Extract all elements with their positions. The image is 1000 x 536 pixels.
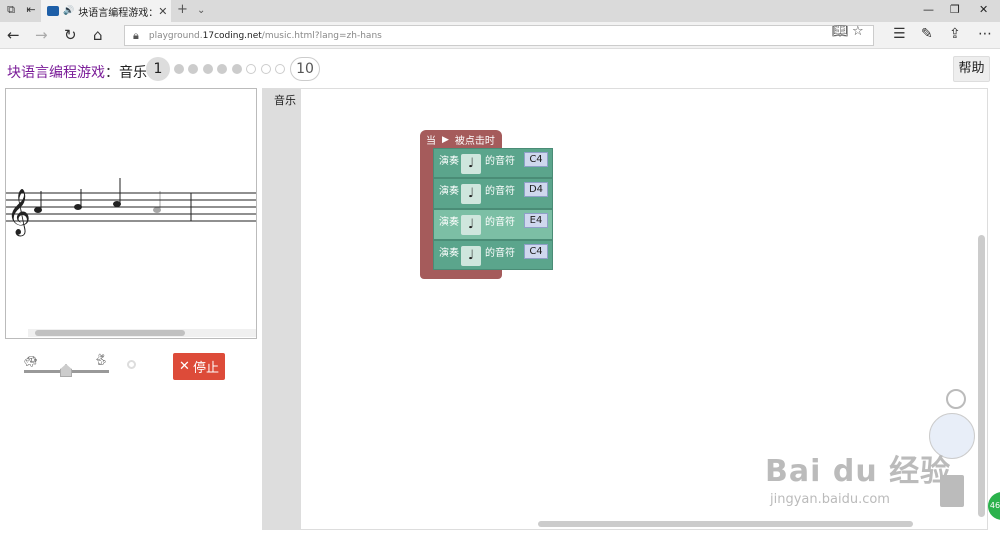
speaker-icon[interactable]: 🔊 bbox=[63, 6, 74, 16]
url-domain: 17coding.net bbox=[202, 30, 262, 41]
close-window-icon[interactable]: ✕ bbox=[979, 3, 988, 16]
workspace-vertical-scrollbar[interactable] bbox=[978, 235, 985, 517]
note-label: 的音符 bbox=[485, 217, 515, 228]
back-icon[interactable]: ← bbox=[7, 27, 20, 43]
reading-view-icon[interactable]: 📖︎ bbox=[832, 24, 849, 39]
play-note-block[interactable]: 演奏 ♩ 的音符 C4 bbox=[433, 240, 553, 270]
treble-clef-icon: 𝄞 bbox=[7, 189, 31, 237]
home-icon[interactable]: ⌂ bbox=[93, 27, 103, 43]
hat-clicked-text: 被点击时 bbox=[454, 136, 495, 147]
play-label: 演奏 bbox=[439, 217, 459, 228]
web-note-icon[interactable]: ✎ bbox=[921, 26, 933, 42]
quarter-note-icon[interactable]: ♩ bbox=[461, 246, 481, 266]
note-value-field[interactable]: E4 bbox=[524, 213, 548, 228]
watermark-url: jingyan.baidu.com bbox=[770, 492, 890, 507]
level-dot[interactable] bbox=[232, 64, 242, 74]
level-10-button[interactable]: 10 bbox=[290, 57, 320, 81]
title-colon: ： bbox=[105, 65, 119, 81]
side-badge[interactable]: 46 bbox=[988, 492, 1000, 520]
restore-icon[interactable]: ❐ bbox=[950, 3, 960, 16]
note-label: 的音符 bbox=[485, 248, 515, 259]
rabbit-fast-icon: 🐇︎ bbox=[94, 353, 108, 366]
play-note-block-active[interactable]: 演奏 ♩ 的音符 E4 bbox=[433, 209, 553, 240]
note-value-field[interactable]: C4 bbox=[524, 244, 548, 259]
note-value-field[interactable]: D4 bbox=[524, 182, 548, 197]
when-clicked-label: 当 ▶ 被点击时 bbox=[426, 132, 495, 148]
level-dot[interactable] bbox=[217, 64, 227, 74]
stop-x-icon: ✕ bbox=[179, 359, 190, 374]
play-label: 演奏 bbox=[439, 186, 459, 197]
share-icon[interactable]: ⇪ bbox=[949, 26, 961, 42]
forward-icon[interactable]: → bbox=[35, 27, 48, 43]
hat-when-text: 当 bbox=[426, 136, 436, 147]
level-1-button[interactable]: 1 bbox=[146, 57, 170, 81]
toolbox-category-music[interactable]: 音乐 bbox=[274, 92, 296, 108]
tab-list-chevron-icon[interactable]: ⌄ bbox=[197, 5, 205, 16]
favicon-icon bbox=[47, 6, 59, 16]
level-dot[interactable] bbox=[203, 64, 213, 74]
stop-button[interactable]: ✕ 停止 bbox=[173, 353, 225, 380]
favorites-hub-icon[interactable]: ☰ bbox=[893, 26, 906, 42]
url-path: /music.html?lang=zh-hans bbox=[261, 30, 382, 41]
play-note-block[interactable]: 演奏 ♩ 的音符 C4 bbox=[433, 148, 553, 178]
note-label: 的音符 bbox=[485, 186, 515, 197]
quarter-note-icon[interactable]: ♩ bbox=[461, 215, 481, 235]
toolbox bbox=[263, 89, 301, 529]
address-bar[interactable]: 🔒︎ playground. 17coding.net/music.html?la… bbox=[124, 25, 874, 46]
game-subtitle: 音乐 bbox=[119, 65, 147, 81]
refresh-icon[interactable]: ↻ bbox=[64, 27, 77, 43]
page-title: 块语言编程游戏：音乐 bbox=[7, 62, 147, 82]
note-c4 bbox=[34, 191, 42, 213]
tab-actions-icon[interactable]: ⧉ bbox=[4, 3, 18, 17]
minimize-icon[interactable]: — bbox=[923, 3, 934, 16]
url-prefix: playground. bbox=[148, 30, 203, 41]
play-label: 演奏 bbox=[439, 248, 459, 259]
quarter-note-icon[interactable]: ♩ bbox=[461, 154, 481, 174]
new-tab-icon[interactable]: + bbox=[177, 2, 188, 17]
stop-button-label: 停止 bbox=[192, 361, 219, 376]
note-value-field[interactable]: C4 bbox=[524, 152, 548, 167]
lock-icon: 🔒︎ bbox=[133, 28, 139, 42]
workspace-horizontal-scrollbar[interactable] bbox=[538, 521, 913, 527]
quarter-note-icon[interactable]: ♩ bbox=[461, 184, 481, 204]
music-staff: 𝄞 bbox=[6, 178, 256, 237]
level-dot[interactable] bbox=[261, 64, 271, 74]
level-dot[interactable] bbox=[188, 64, 198, 74]
note-c4-pending bbox=[153, 191, 161, 213]
play-label: 演奏 bbox=[439, 156, 459, 167]
game-title: 块语言编程游戏 bbox=[7, 65, 105, 81]
browser-tab-bar: ⧉ ⇤ 🔊 块语言编程游戏：音 ✕ + ⌄ — ❐ ✕ bbox=[0, 0, 1000, 22]
level-dot[interactable] bbox=[174, 64, 184, 74]
music-staff-panel: 𝄞 bbox=[5, 88, 257, 339]
help-button[interactable]: 帮助 bbox=[953, 56, 990, 82]
address-toolbar: ← → ↻ ⌂ 🔒︎ playground. 17coding.net/music… bbox=[0, 22, 1000, 49]
level-dot[interactable] bbox=[246, 64, 256, 74]
speed-slider-knob[interactable] bbox=[60, 364, 72, 377]
more-icon[interactable]: ⋯ bbox=[978, 26, 992, 42]
level-dot[interactable] bbox=[275, 64, 285, 74]
recenter-icon[interactable] bbox=[946, 389, 966, 409]
play-flag-icon: ▶ bbox=[442, 134, 449, 145]
tab-title: 块语言编程游戏：音 bbox=[78, 7, 154, 19]
browser-tab[interactable]: 🔊 块语言编程游戏：音 ✕ bbox=[41, 0, 171, 22]
favorite-star-icon[interactable]: ☆ bbox=[852, 24, 864, 39]
watermark-logo: Bai du 经验 bbox=[765, 454, 952, 489]
play-note-block[interactable]: 演奏 ♩ 的音符 D4 bbox=[433, 178, 553, 209]
loading-spinner-icon bbox=[127, 360, 136, 369]
turtle-slow-icon: 🐢︎ bbox=[24, 355, 38, 368]
close-tab-icon[interactable]: ✕ bbox=[158, 5, 167, 18]
set-aside-tabs-icon[interactable]: ⇤ bbox=[24, 3, 38, 17]
note-label: 的音符 bbox=[485, 156, 515, 167]
staff-scroll-thumb[interactable] bbox=[35, 330, 185, 336]
